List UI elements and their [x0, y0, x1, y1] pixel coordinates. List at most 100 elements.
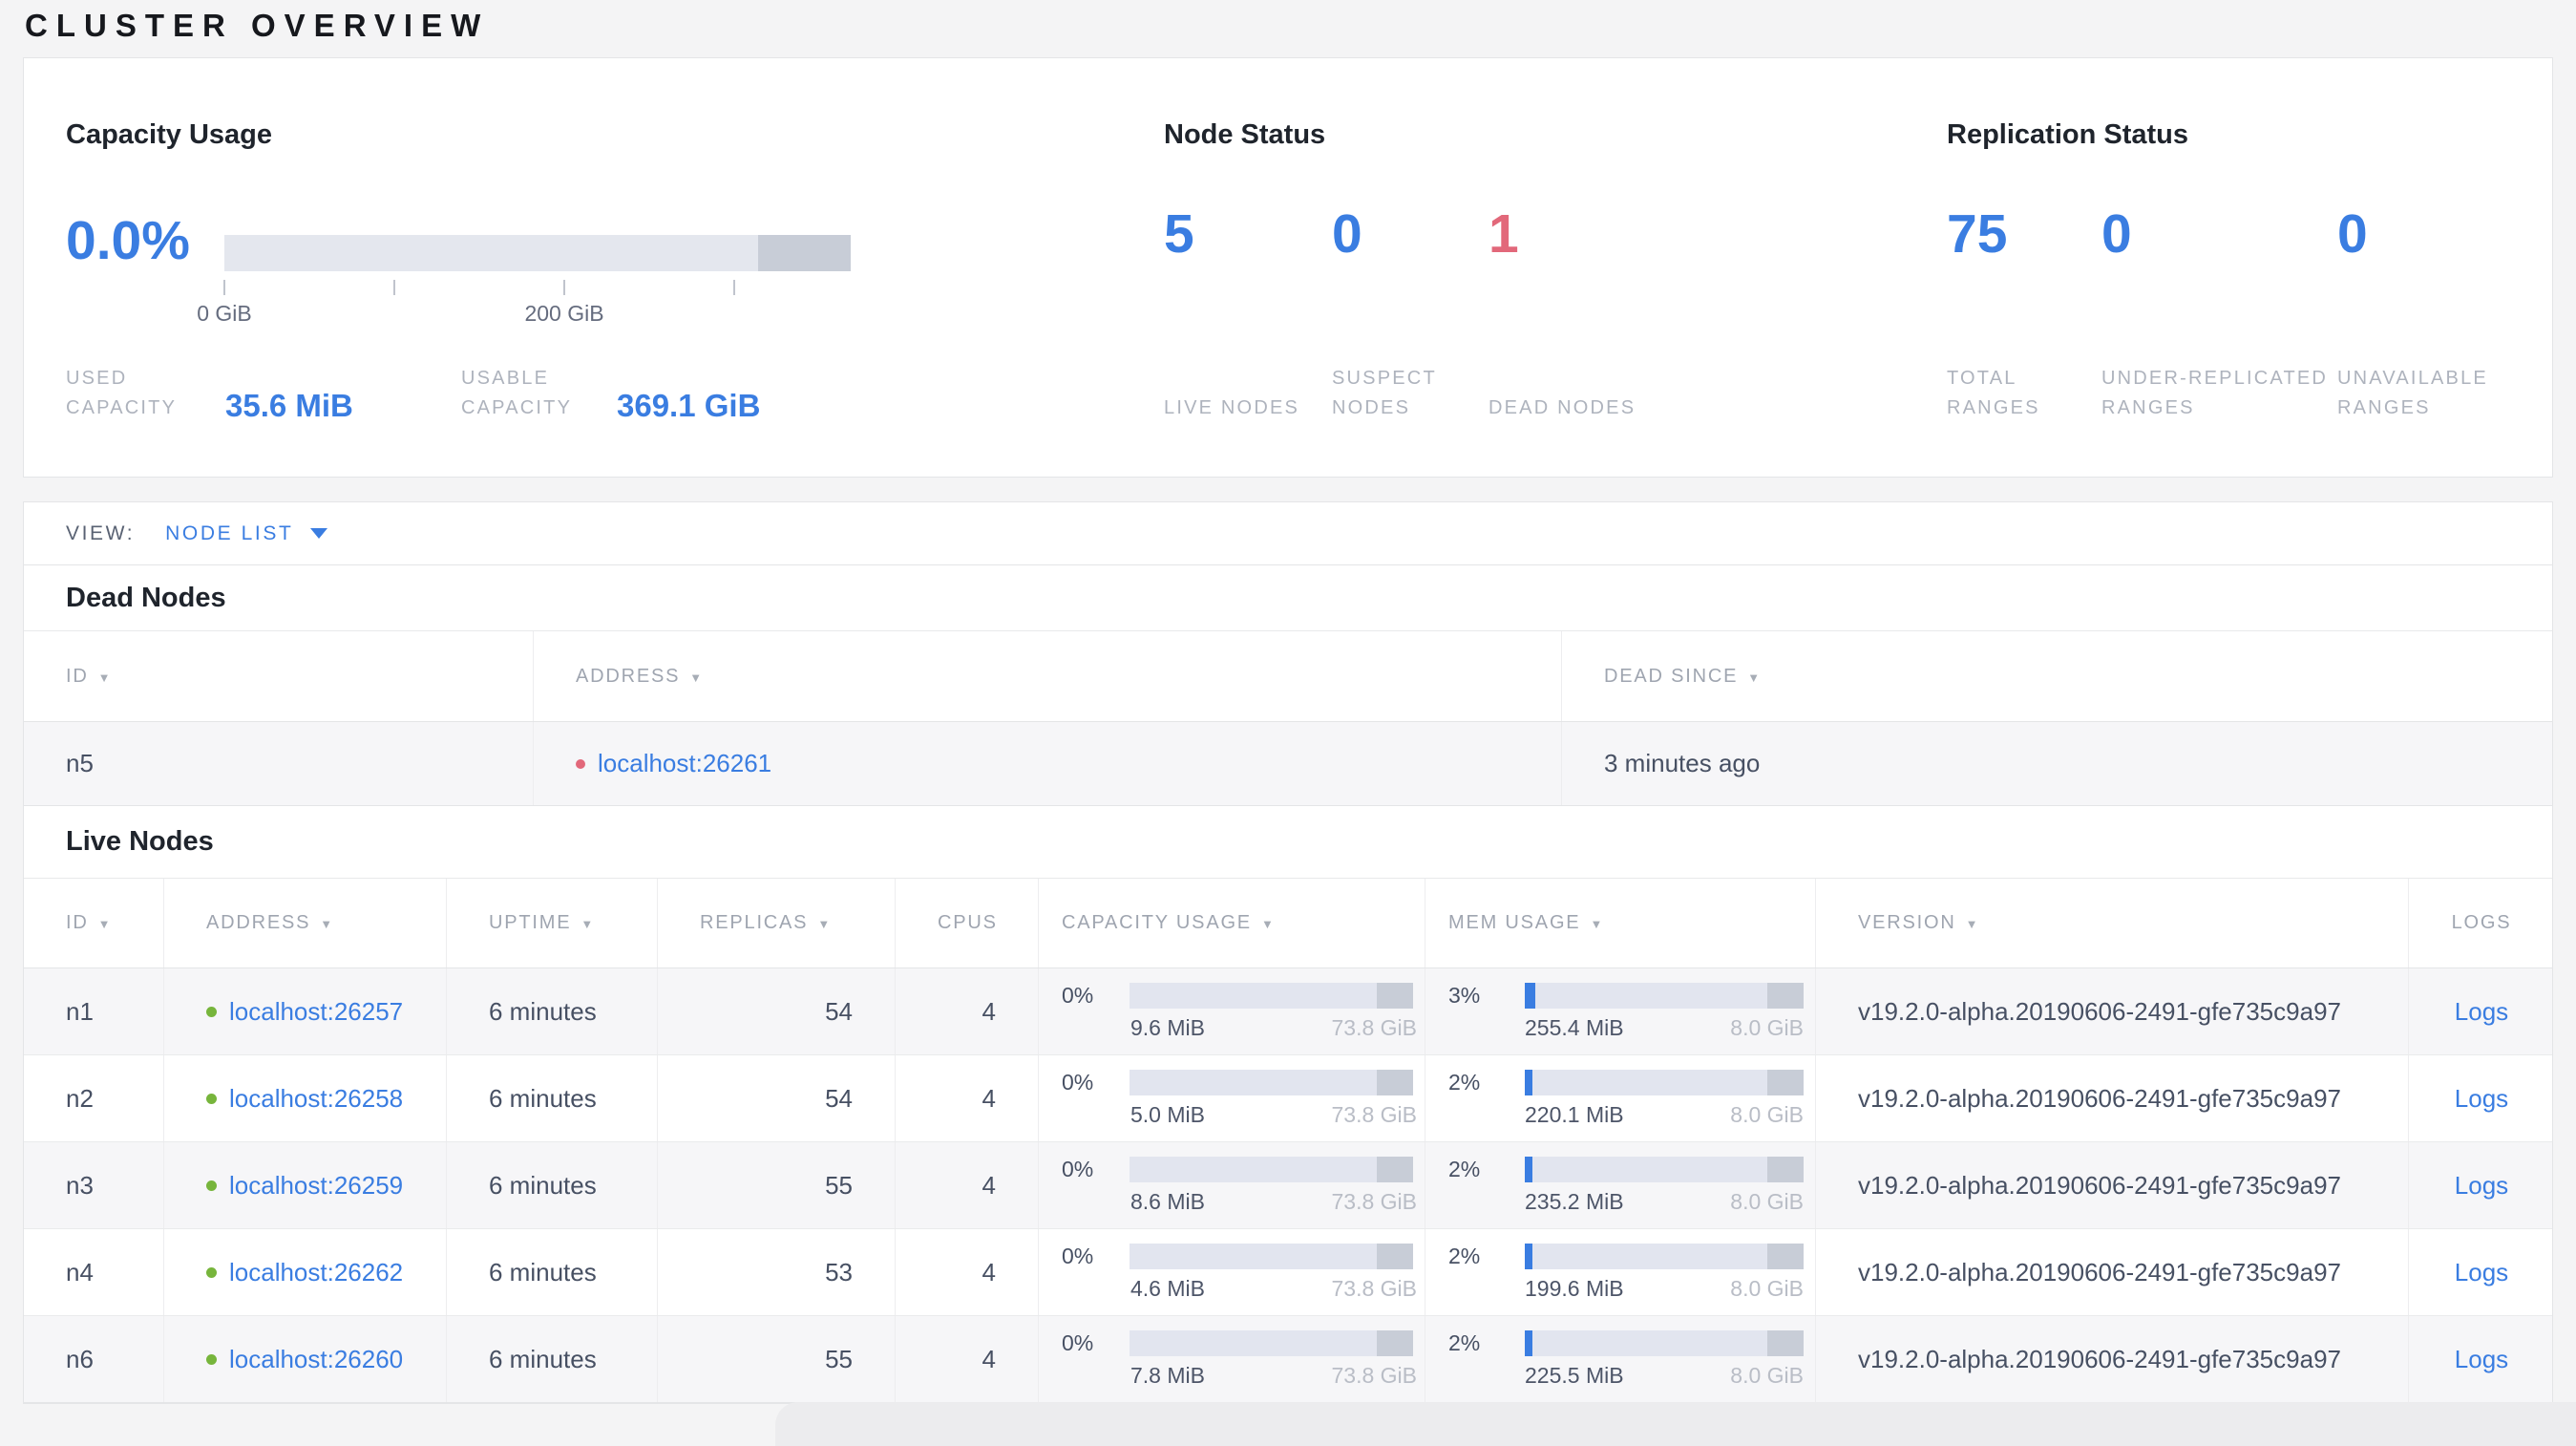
column-header-replicas[interactable]: REPLICAS ▼ — [658, 879, 896, 968]
replicas-cell: 55 — [658, 1316, 896, 1402]
sort-desc-icon: ▼ — [1590, 917, 1605, 931]
total-ranges-stat: 75 TOTAL RANGES — [1947, 202, 2101, 423]
node-address-link[interactable]: localhost:26257 — [229, 997, 403, 1027]
column-header-address[interactable]: ADDRESS ▼ — [534, 631, 1562, 721]
live-nodes-table-header: ID ▼ ADDRESS ▼ UPTIME ▼ REPLICAS ▼ CPUS … — [24, 878, 2552, 968]
node-live-icon — [206, 1006, 217, 1017]
node-dead-icon — [576, 758, 585, 769]
sort-desc-icon: ▼ — [97, 670, 113, 685]
axis-tick — [733, 280, 735, 295]
logs-link[interactable]: Logs — [2455, 1258, 2508, 1287]
column-header-address[interactable]: ADDRESS ▼ — [164, 879, 447, 968]
mem-pct: 2% — [1448, 1243, 1481, 1268]
view-selected-value: NODE LIST — [165, 521, 294, 544]
version-cell: v19.2.0-alpha.20190606-2491-gfe735c9a97 — [1816, 1229, 2409, 1315]
column-header-version[interactable]: VERSION ▼ — [1816, 879, 2409, 968]
logs-cell: Logs — [2409, 1142, 2554, 1228]
live-node-row: n2 localhost:26258 6 minutes 54 4 0% 5.0… — [24, 1055, 2552, 1142]
live-node-row: n4 localhost:26262 6 minutes 53 4 0% 4.6… — [24, 1229, 2552, 1316]
node-id-cell: n3 — [24, 1142, 164, 1228]
node-address-cell: localhost:26259 — [164, 1142, 447, 1228]
dead-nodes-label: DEAD NODES — [1489, 397, 1636, 418]
sort-desc-icon: ▼ — [320, 917, 334, 931]
suspect-nodes-label: SUSPECT NODES — [1332, 368, 1437, 418]
logs-link[interactable]: Logs — [2455, 997, 2508, 1027]
view-bar: VIEW: NODE LIST — [24, 502, 2552, 565]
node-status-stats: 5 LIVE NODES 0 SUSPECT NODES 1 DEAD NODE… — [1164, 202, 1699, 423]
node-live-icon — [206, 1093, 217, 1104]
mem-used-value: 220.1 MiB — [1525, 1101, 1624, 1127]
logs-link[interactable]: Logs — [2455, 1171, 2508, 1201]
node-address-link[interactable]: localhost:26261 — [598, 749, 771, 778]
node-address-link[interactable]: localhost:26258 — [229, 1084, 403, 1114]
mem-usage-cell: 2% 199.6 MiB 8.0 GiB — [1425, 1229, 1816, 1315]
capacity-usage-cell: 0% 8.6 MiB 73.8 GiB — [1039, 1142, 1425, 1228]
capacity-pct: 0% — [1062, 982, 1094, 1008]
cluster-summary-card: Capacity Usage 0.0% 0 GiB 200 GiB USED C… — [23, 57, 2553, 478]
capacity-total-value: 73.8 GiB — [1331, 1101, 1418, 1127]
replication-status-heading: Replication Status — [1947, 119, 2188, 150]
node-address-link[interactable]: localhost:26260 — [229, 1345, 403, 1374]
node-live-icon — [206, 1353, 217, 1365]
under-replicated-stat: 0 UNDER-REPLICATED RANGES — [2101, 202, 2337, 423]
live-node-row: n6 localhost:26260 6 minutes 55 4 0% 7.8… — [24, 1316, 2552, 1403]
mem-pct: 3% — [1448, 982, 1481, 1008]
sort-desc-icon: ▼ — [1260, 917, 1276, 931]
node-address-link[interactable]: localhost:26262 — [229, 1258, 403, 1287]
column-header-id[interactable]: ID ▼ — [24, 631, 534, 721]
capacity-total-value: 73.8 GiB — [1331, 1362, 1418, 1388]
column-header-uptime[interactable]: UPTIME ▼ — [447, 879, 658, 968]
capacity-pct: 0% — [1062, 1069, 1094, 1095]
column-header-capacity-usage[interactable]: CAPACITY USAGE ▼ — [1039, 879, 1425, 968]
logs-cell: Logs — [2409, 968, 2554, 1054]
capacity-pct: 0% — [1062, 1329, 1094, 1355]
logs-link[interactable]: Logs — [2455, 1084, 2508, 1114]
node-id-cell: n1 — [24, 968, 164, 1054]
capacity-total-value: 73.8 GiB — [1331, 1188, 1418, 1214]
mem-used-value: 235.2 MiB — [1525, 1188, 1624, 1214]
sort-desc-icon: ▼ — [1747, 670, 1762, 685]
version-cell: v19.2.0-alpha.20190606-2491-gfe735c9a97 — [1816, 1142, 2409, 1228]
dead-since-cell: 3 minutes ago — [1604, 749, 1761, 777]
capacity-percent-value: 0.0% — [66, 210, 190, 271]
mem-usage-cell: 2% 225.5 MiB 8.0 GiB — [1425, 1316, 1816, 1402]
mem-meter-bar — [1525, 1329, 1804, 1356]
capacity-usage-cell: 0% 5.0 MiB 73.8 GiB — [1039, 1055, 1425, 1141]
node-id-cell: n6 — [24, 1316, 164, 1402]
column-header-mem-usage[interactable]: MEM USAGE ▼ — [1425, 879, 1816, 968]
uptime-cell: 6 minutes — [447, 1229, 658, 1315]
mem-usage-cell: 3% 255.4 MiB 8.0 GiB — [1425, 968, 1816, 1054]
capacity-meter-bar — [1130, 982, 1413, 1009]
under-replicated-label: UNDER-REPLICATED RANGES — [2101, 368, 2329, 418]
node-address-cell: localhost:26261 — [534, 722, 1562, 805]
capacity-meter-bar — [1130, 1069, 1413, 1095]
capacity-used-value: 7.8 MiB — [1130, 1362, 1205, 1388]
mem-meter-bar — [1525, 1069, 1804, 1095]
used-capacity-value: 35.6 MiB — [225, 388, 353, 424]
total-ranges-value: 75 — [1947, 203, 2008, 265]
view-selector-dropdown[interactable]: NODE LIST — [165, 521, 328, 545]
capacity-used-value: 4.6 MiB — [1130, 1275, 1205, 1301]
unavailable-ranges-stat: 0 UNAVAILABLE RANGES — [2337, 202, 2566, 423]
mem-meter-bar — [1525, 982, 1804, 1009]
live-nodes-label: LIVE NODES — [1164, 397, 1300, 418]
capacity-meter-bar — [1130, 1243, 1413, 1269]
node-address-link[interactable]: localhost:26259 — [229, 1171, 403, 1201]
column-header-dead-since[interactable]: DEAD SINCE ▼ — [1562, 631, 2552, 721]
uptime-cell: 6 minutes — [447, 1055, 658, 1141]
sort-desc-icon: ▼ — [581, 917, 596, 931]
mem-total-value: 8.0 GiB — [1730, 1275, 1804, 1301]
sort-desc-icon: ▼ — [689, 670, 704, 685]
logs-link[interactable]: Logs — [2455, 1345, 2508, 1374]
version-cell: v19.2.0-alpha.20190606-2491-gfe735c9a97 — [1816, 968, 2409, 1054]
dead-node-row: n5 localhost:26261 3 minutes ago — [24, 722, 2552, 806]
node-id-cell: n4 — [24, 1229, 164, 1315]
capacity-used-value: 8.6 MiB — [1130, 1188, 1205, 1214]
column-header-id[interactable]: ID ▼ — [24, 879, 164, 968]
mem-total-value: 8.0 GiB — [1730, 1188, 1804, 1214]
live-nodes-heading: Live Nodes — [66, 826, 214, 857]
node-live-icon — [206, 1266, 217, 1278]
mem-total-value: 8.0 GiB — [1730, 1362, 1804, 1388]
axis-tick-label: 0 GiB — [197, 301, 252, 326]
axis-tick — [563, 280, 565, 295]
